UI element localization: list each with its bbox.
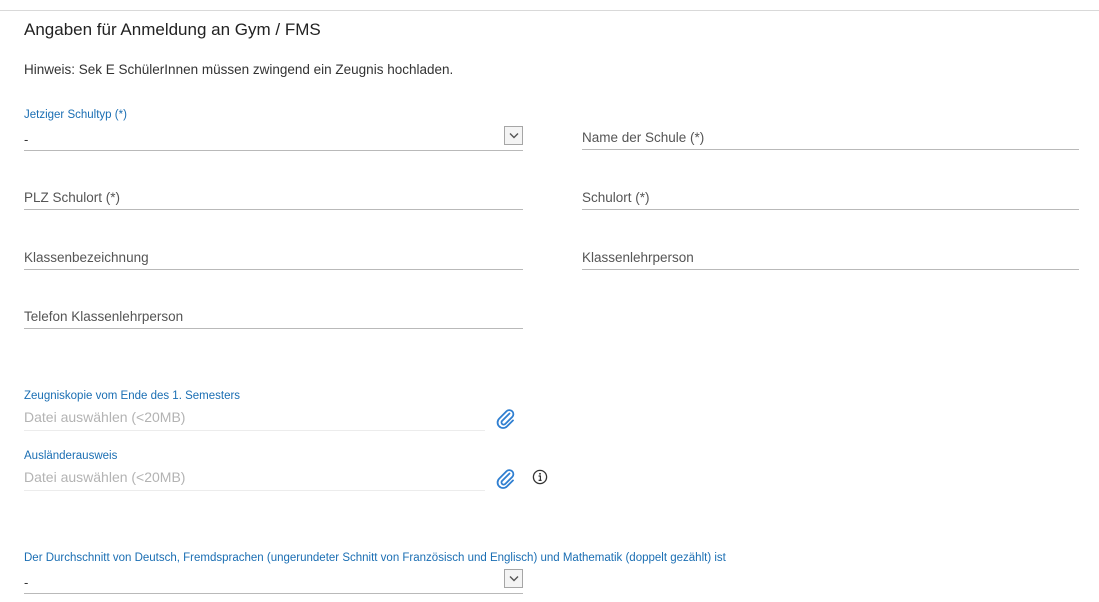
klassenbezeichnung-field[interactable]: Klassenbezeichnung [24, 246, 523, 270]
telefon-klassenlehrperson-placeholder: Telefon Klassenlehrperson [24, 309, 184, 324]
name-schule-placeholder: Name der Schule (*) [582, 130, 705, 145]
durchschnitt-label: Der Durchschnitt von Deutsch, Fremdsprac… [24, 552, 726, 564]
section-title: Angaben für Anmeldung an Gym / FMS [24, 20, 321, 39]
auslaenderausweis-file-input[interactable]: Datei auswählen (<20MB) [24, 467, 485, 491]
schulort-field[interactable]: Schulort (*) [582, 186, 1079, 210]
schultyp-value: - [24, 132, 29, 147]
section-hint: Hinweis: Sek E SchülerInnen müssen zwing… [24, 62, 454, 77]
chevron-down-icon[interactable] [504, 569, 523, 588]
telefon-klassenlehrperson-field[interactable]: Telefon Klassenlehrperson [24, 305, 523, 329]
name-schule-field[interactable]: Name der Schule (*) [582, 126, 1079, 150]
klassenlehrperson-field[interactable]: Klassenlehrperson [582, 246, 1079, 270]
plz-schulort-placeholder: PLZ Schulort (*) [24, 190, 121, 205]
paperclip-icon[interactable] [494, 407, 516, 429]
schultyp-label: Jetziger Schultyp (*) [24, 109, 127, 121]
klassenlehrperson-placeholder: Klassenlehrperson [582, 250, 694, 265]
schultyp-select[interactable]: - [24, 125, 523, 151]
zeugnis-placeholder: Datei auswählen (<20MB) [24, 409, 186, 425]
top-divider [0, 10, 1099, 11]
auslaenderausweis-placeholder: Datei auswählen (<20MB) [24, 469, 186, 485]
klassenbezeichnung-placeholder: Klassenbezeichnung [24, 250, 149, 265]
zeugnis-file-input[interactable]: Datei auswählen (<20MB) [24, 407, 485, 431]
chevron-down-icon[interactable] [504, 126, 523, 145]
plz-schulort-field[interactable]: PLZ Schulort (*) [24, 186, 523, 210]
info-icon[interactable] [532, 469, 548, 485]
auslaenderausweis-label: Ausländerausweis [24, 450, 118, 462]
paperclip-icon[interactable] [494, 467, 516, 489]
zeugnis-label: Zeugniskopie vom Ende des 1. Semesters [24, 390, 241, 402]
schulort-placeholder: Schulort (*) [582, 190, 650, 205]
durchschnitt-value: - [24, 575, 29, 590]
durchschnitt-select[interactable]: - [24, 568, 523, 594]
